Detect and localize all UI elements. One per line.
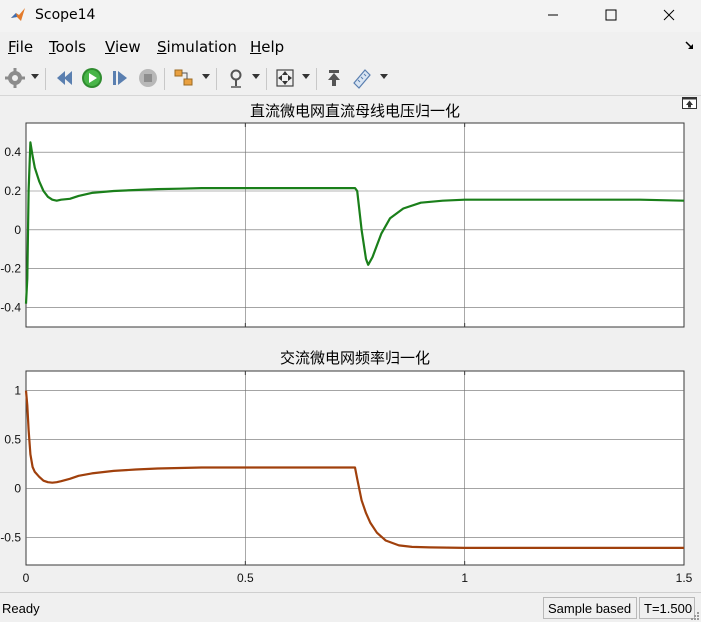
y-tick-label: 1 — [14, 384, 21, 398]
autoscale-button[interactable] — [273, 66, 297, 90]
run-icon — [82, 68, 102, 88]
plot2-axes: 1 0.5 0 -0.5 0 0.5 1 1.5 — [0, 370, 693, 585]
matlab-icon — [11, 8, 25, 21]
menu-simulation[interactable]: Simulation — [157, 38, 237, 56]
toolbar — [0, 60, 701, 96]
toolbar-separator — [266, 68, 267, 90]
step-back-icon — [57, 71, 72, 85]
y-tick-label: -0.5 — [0, 531, 21, 545]
y-tick-label: -0.2 — [0, 262, 21, 276]
resize-grip-icon[interactable] — [689, 610, 699, 620]
step-forward-button[interactable] — [108, 66, 132, 90]
measurements-icon — [353, 69, 371, 89]
plot1-background — [25, 122, 685, 328]
toolbar-separator — [216, 68, 217, 90]
restore-layout-icon — [328, 70, 340, 86]
highlight-block-button[interactable] — [172, 66, 196, 90]
dock-arrow-icon[interactable] — [683, 38, 695, 52]
toolbar-separator — [164, 68, 165, 90]
title-bar: Scope14 — [0, 0, 701, 32]
close-button[interactable] — [646, 0, 692, 30]
scope-axes: 0.4 0.2 0 -0.2 -0.4 1 0.5 0 -0.5 0 0.5 1 1.5 — [0, 122, 693, 585]
x-tick-label: 1.5 — [676, 571, 693, 585]
scope-figure: 直流微电网直流母线电压归一化 交流微电网频率归一化 0.4 0.2 0 -0.2 -0.… — [0, 96, 701, 592]
y-tick-label: 0.4 — [4, 145, 21, 159]
plot1-axes: 0.4 0.2 0 -0.2 -0.4 — [0, 122, 685, 328]
step-back-button[interactable] — [53, 66, 77, 90]
measurements-button[interactable] — [350, 66, 374, 90]
autoscale-icon — [276, 69, 294, 87]
status-ready: Ready — [2, 601, 40, 616]
settings-button[interactable] — [3, 66, 27, 90]
minimize-button[interactable] — [530, 0, 576, 30]
x-tick-label: 0.5 — [237, 571, 254, 585]
stop-icon — [139, 69, 157, 87]
chevron-down-icon[interactable] — [380, 74, 388, 80]
status-mode: Sample based — [543, 597, 637, 619]
x-tick-label: 0 — [23, 571, 30, 585]
status-time: T=1.500 — [639, 597, 695, 619]
menu-file[interactable]: File — [8, 38, 33, 56]
y-tick-label: 0 — [14, 482, 21, 496]
stop-button[interactable] — [136, 66, 160, 90]
chevron-down-icon[interactable] — [252, 74, 260, 80]
zoom-icon — [230, 69, 242, 88]
zoom-button[interactable] — [224, 66, 248, 90]
restore-layout-button[interactable] — [322, 66, 346, 90]
toolbar-separator — [45, 68, 46, 90]
menu-help[interactable]: Help — [250, 38, 284, 56]
settings-icon — [5, 68, 25, 88]
x-tick-label: 1 — [461, 571, 468, 585]
toolbar-separator — [316, 68, 317, 90]
run-button[interactable] — [80, 66, 104, 90]
close-icon — [663, 9, 675, 21]
step-forward-icon — [113, 71, 127, 85]
menu-tools[interactable]: Tools — [49, 38, 86, 56]
maximize-icon — [605, 9, 617, 21]
chevron-down-icon[interactable] — [202, 74, 210, 80]
highlight-block-icon — [174, 69, 193, 86]
y-tick-label: 0 — [14, 223, 21, 237]
chevron-down-icon[interactable] — [302, 74, 310, 80]
menu-bar: File Tools View Simulation Help — [0, 32, 701, 60]
menu-view[interactable]: View — [105, 38, 141, 56]
chevron-down-icon[interactable] — [31, 74, 39, 80]
minimize-icon — [548, 14, 558, 16]
y-tick-label: 0.2 — [4, 184, 21, 198]
status-bar: Ready Sample based T=1.500 — [0, 592, 701, 622]
maximize-button[interactable] — [588, 0, 634, 30]
y-tick-label: 0.5 — [4, 433, 21, 447]
y-tick-label: -0.4 — [0, 301, 21, 315]
window-title: Scope14 — [35, 7, 96, 23]
